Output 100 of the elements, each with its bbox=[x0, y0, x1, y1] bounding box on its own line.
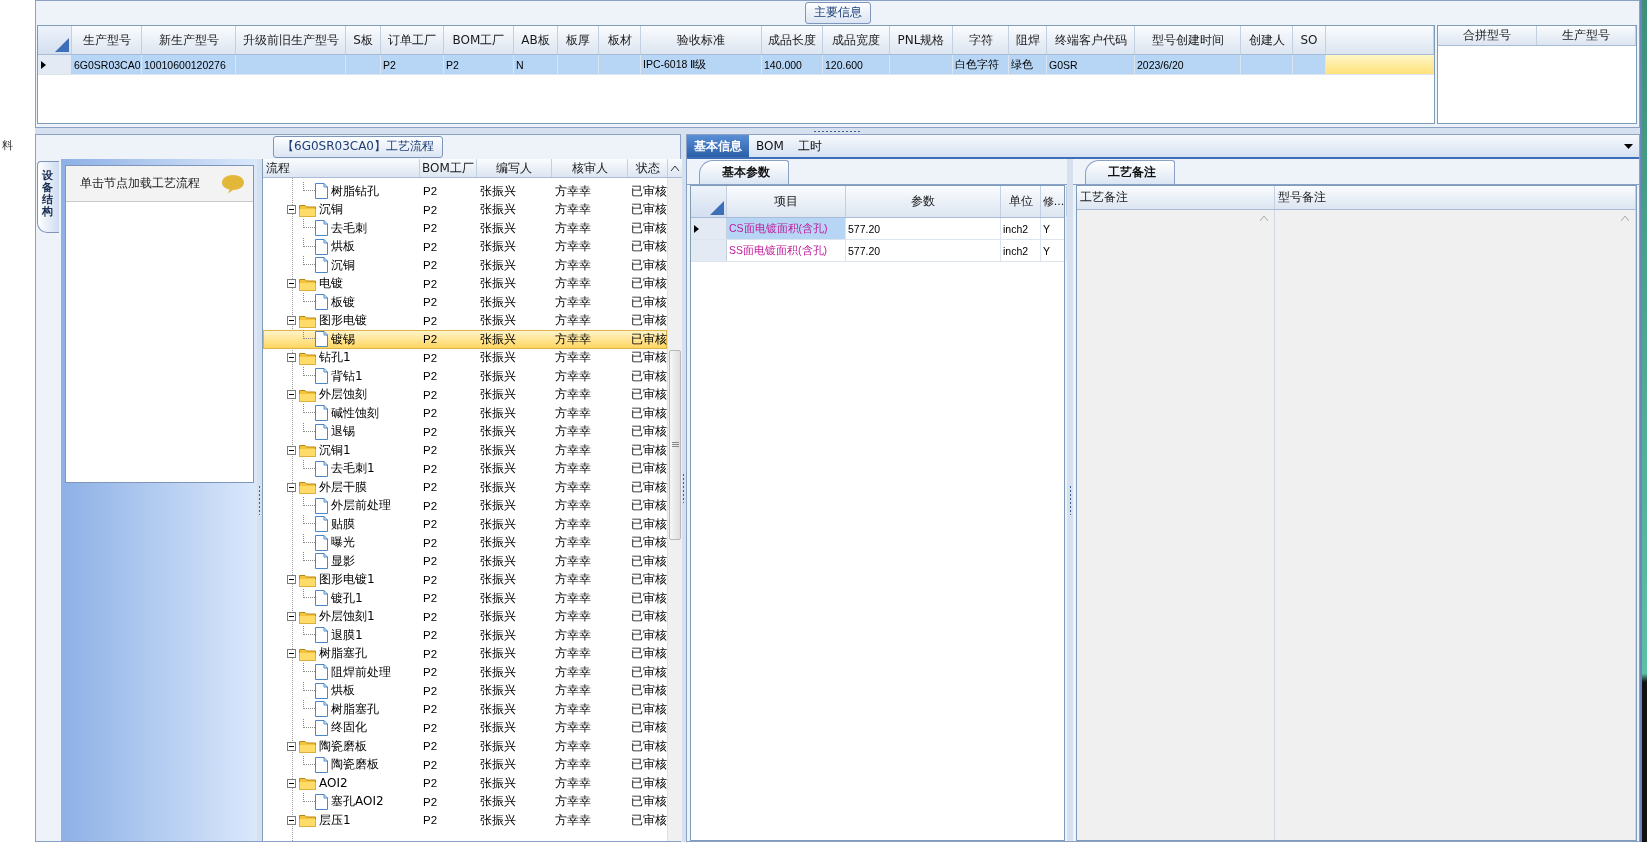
column-header[interactable]: 工艺备注 bbox=[1077, 186, 1275, 209]
table-cell: 已审核 bbox=[631, 590, 667, 606]
tree-row[interactable]: 背钻1 P2 张振兴 方幸幸 已审核 bbox=[263, 367, 668, 386]
collapse-icon[interactable] bbox=[287, 205, 296, 215]
tree-row[interactable]: 沉铜 P2 张振兴 方幸幸 已审核 bbox=[263, 256, 668, 275]
tab[interactable]: BOM bbox=[749, 135, 791, 157]
column-header[interactable]: S板 bbox=[346, 26, 381, 54]
side-tab[interactable]: 设备结构 bbox=[37, 161, 59, 234]
table-cell: 方幸幸 bbox=[555, 461, 591, 477]
column-header[interactable]: 阻焊 bbox=[1009, 26, 1047, 54]
column-header[interactable]: PNL规格 bbox=[890, 26, 953, 54]
table-row[interactable]: CS面电镀面积(含孔) 577.20 inch2 Y bbox=[691, 218, 1064, 240]
tree-row[interactable]: 去毛刺 P2 张振兴 方幸幸 已审核 bbox=[263, 219, 668, 238]
column-header[interactable]: 核审人 bbox=[552, 159, 628, 177]
tree-row[interactable]: 沉铜1 P2 张振兴 方幸幸 已审核 bbox=[263, 441, 668, 460]
tree-row[interactable]: 树脂塞孔 P2 张振兴 方幸幸 已审核 bbox=[263, 644, 668, 663]
tab[interactable]: 基本信息 bbox=[687, 135, 749, 157]
tree-row[interactable]: 树脂塞孔 P2 张振兴 方幸幸 已审核 bbox=[263, 700, 668, 719]
tree-node-label: AOI2 bbox=[319, 776, 348, 791]
tree-row[interactable]: 退锡 P2 张振兴 方幸幸 已审核 bbox=[263, 422, 668, 441]
tab[interactable]: 工时 bbox=[790, 135, 829, 157]
column-header[interactable]: AB板 bbox=[514, 26, 558, 54]
tree-row[interactable]: 钻孔1 P2 张振兴 方幸幸 已审核 bbox=[263, 348, 668, 367]
column-header[interactable]: 板厚 bbox=[558, 26, 599, 54]
collapse-icon[interactable] bbox=[287, 445, 296, 455]
collapse-icon[interactable] bbox=[287, 778, 296, 788]
column-header[interactable]: 单位 bbox=[1001, 186, 1041, 217]
column-header[interactable]: 成品长度 bbox=[762, 26, 823, 54]
tree-row[interactable]: 去毛刺1 P2 张振兴 方幸幸 已审核 bbox=[263, 459, 668, 478]
table-cell: 张振兴 bbox=[480, 572, 516, 588]
column-header[interactable]: 参数 bbox=[846, 186, 1001, 217]
tree-row[interactable]: 树脂钻孔 P2 张振兴 方幸幸 已审核 bbox=[263, 182, 668, 201]
column-header[interactable]: 成品宽度 bbox=[823, 26, 890, 54]
collapse-icon[interactable] bbox=[287, 279, 296, 289]
tree-row[interactable]: 层压1 P2 张振兴 方幸幸 已审核 bbox=[263, 811, 668, 830]
column-header[interactable]: 终端客户代码 bbox=[1047, 26, 1135, 54]
tree-row[interactable]: 镀锡 P2 张振兴 方幸幸 已审核 bbox=[263, 330, 668, 349]
table-cell: 577.20 bbox=[848, 222, 881, 235]
column-header[interactable]: BOM工厂 bbox=[420, 159, 477, 177]
collapse-icon[interactable] bbox=[287, 482, 296, 492]
collapse-icon[interactable] bbox=[287, 316, 296, 326]
column-header[interactable]: 验收标准 bbox=[641, 26, 762, 54]
tree-row[interactable]: 外层蚀刻 P2 张振兴 方幸幸 已审核 bbox=[263, 385, 668, 404]
column-header[interactable]: 状态 bbox=[628, 159, 668, 177]
tree-row[interactable]: 镀孔1 P2 张振兴 方幸幸 已审核 bbox=[263, 589, 668, 608]
collapse-icon[interactable] bbox=[287, 741, 296, 751]
column-header[interactable]: 项目 bbox=[727, 186, 846, 217]
tree-row[interactable]: 电镀 P2 张振兴 方幸幸 已审核 bbox=[263, 274, 668, 293]
table-row[interactable]: 6G0SR03CA0 10010600120276 P2 P2 N IPC-6018 Ⅱ级 140.000 120.600 白色字符 绿色 G0SR 2023/6/20 bbox=[38, 55, 1434, 75]
column-header[interactable]: 合拼型号 bbox=[1438, 26, 1537, 45]
column-header[interactable]: 创建人 bbox=[1241, 26, 1293, 54]
tree-row[interactable]: 陶瓷磨板 P2 张振兴 方幸幸 已审核 bbox=[263, 755, 668, 774]
table-cell: 方幸幸 bbox=[555, 202, 591, 218]
collapse-icon[interactable] bbox=[287, 649, 296, 659]
caret-up-icon[interactable] bbox=[671, 165, 679, 171]
tree-row[interactable]: 外层前处理 P2 张振兴 方幸幸 已审核 bbox=[263, 496, 668, 515]
caret-down-icon[interactable] bbox=[1624, 143, 1633, 149]
collapse-icon[interactable] bbox=[287, 353, 296, 363]
column-header[interactable]: SO bbox=[1293, 26, 1326, 54]
tree-row[interactable]: 图形电镀1 P2 张振兴 方幸幸 已审核 bbox=[263, 570, 668, 589]
tree-row[interactable]: 曝光 P2 张振兴 方幸幸 已审核 bbox=[263, 533, 668, 552]
tree-row[interactable]: 碱性蚀刻 P2 张振兴 方幸幸 已审核 bbox=[263, 404, 668, 423]
collapse-icon[interactable] bbox=[287, 815, 296, 825]
column-header[interactable]: 型号备注 bbox=[1275, 186, 1636, 209]
tree-row[interactable]: 外层干膜 P2 张振兴 方幸幸 已审核 bbox=[263, 478, 668, 497]
scrollbar-thumb[interactable] bbox=[669, 350, 681, 540]
table-row[interactable]: SS面电镀面积(含孔) 577.20 inch2 Y bbox=[691, 240, 1064, 262]
tree-row[interactable]: 贴膜 P2 张振兴 方幸幸 已审核 bbox=[263, 515, 668, 534]
column-header[interactable]: 型号创建时间 bbox=[1135, 26, 1241, 54]
tree-row[interactable]: 烘板 P2 张振兴 方幸幸 已审核 bbox=[263, 681, 668, 700]
table-cell: P2 bbox=[423, 684, 438, 697]
column-header[interactable]: 升级前旧生产型号 bbox=[236, 26, 346, 54]
column-header[interactable]: 字符 bbox=[953, 26, 1009, 54]
column-header[interactable]: BOM工厂 bbox=[444, 26, 514, 54]
column-header[interactable]: 编写人 bbox=[477, 159, 552, 177]
column-header[interactable]: 流程 bbox=[263, 159, 420, 177]
column-header[interactable]: 新生产型号 bbox=[142, 26, 236, 54]
tree-row[interactable]: 终固化 P2 张振兴 方幸幸 已审核 bbox=[263, 718, 668, 737]
column-header[interactable]: 订单工厂 bbox=[381, 26, 444, 54]
collapse-icon[interactable] bbox=[287, 390, 296, 400]
document-icon bbox=[315, 701, 328, 718]
tree-row[interactable]: 显影 P2 张振兴 方幸幸 已审核 bbox=[263, 552, 668, 571]
column-header[interactable]: 生产型号 bbox=[72, 26, 142, 54]
collapse-icon[interactable] bbox=[287, 612, 296, 622]
tree-row[interactable]: 塞孔AOI2 P2 张振兴 方幸幸 已审核 bbox=[263, 792, 668, 811]
folder-icon bbox=[299, 776, 316, 791]
tree-row[interactable]: 陶瓷磨板 P2 张振兴 方幸幸 已审核 bbox=[263, 737, 668, 756]
column-header[interactable]: 板材 bbox=[599, 26, 641, 54]
collapse-icon[interactable] bbox=[287, 575, 296, 585]
tab[interactable]: 基本参数 bbox=[699, 160, 789, 184]
tree-row[interactable]: 外层蚀刻1 P2 张振兴 方幸幸 已审核 bbox=[263, 607, 668, 626]
tree-row[interactable]: 沉铜 P2 张振兴 方幸幸 已审核 bbox=[263, 200, 668, 219]
tree-row[interactable]: 板镀 P2 张振兴 方幸幸 已审核 bbox=[263, 293, 668, 312]
tree-row[interactable]: AOI2 P2 张振兴 方幸幸 已审核 bbox=[263, 774, 668, 793]
tab[interactable]: 工艺备注 bbox=[1085, 160, 1175, 184]
column-header[interactable]: 生产型号 bbox=[1537, 26, 1636, 45]
tree-row[interactable]: 阻焊前处理 P2 张振兴 方幸幸 已审核 bbox=[263, 663, 668, 682]
tree-row[interactable]: 烘板 P2 张振兴 方幸幸 已审核 bbox=[263, 237, 668, 256]
tree-row[interactable]: 图形电镀 P2 张振兴 方幸幸 已审核 bbox=[263, 311, 668, 330]
tree-row[interactable]: 退膜1 P2 张振兴 方幸幸 已审核 bbox=[263, 626, 668, 645]
